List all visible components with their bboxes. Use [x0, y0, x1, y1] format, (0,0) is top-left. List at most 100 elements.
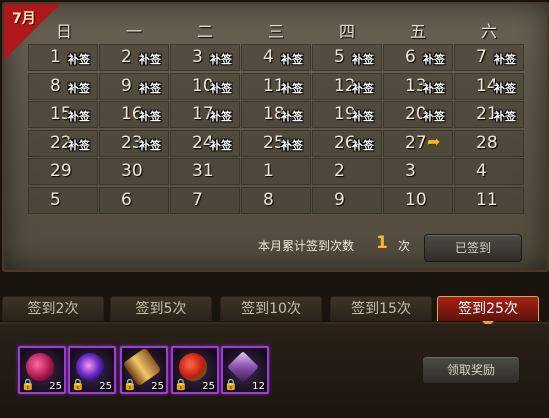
day-number: 7 [192, 189, 203, 210]
calendar-day-cell: 6 [99, 186, 169, 214]
calendar-day-cell[interactable]: 22 补签 [28, 129, 98, 157]
makeup-signin-button[interactable]: 补签 [68, 137, 90, 153]
calendar-day-cell[interactable]: 6 补签 [383, 44, 453, 71]
day-number: 9 [121, 75, 132, 96]
tab-sign-10[interactable]: 签到10次 [220, 296, 322, 321]
month-label: 7月 [12, 11, 36, 27]
lock-icon: 🔒 [174, 378, 188, 391]
reward-item-3[interactable]: 🔒 25 [120, 346, 168, 394]
tab-sign-2[interactable]: 签到2次 [2, 296, 104, 321]
makeup-signin-button[interactable]: 补签 [210, 108, 232, 124]
makeup-signin-button[interactable]: 补签 [139, 108, 161, 124]
makeup-signin-button[interactable]: 补签 [281, 108, 303, 124]
day-number: 5 [334, 47, 345, 67]
lock-icon: 🔒 [21, 378, 35, 391]
reward-item-1[interactable]: 🔒 25 [18, 346, 66, 394]
calendar-grid: 1 补签 2 补签 3 补签 4 补签 5 补签 6 补签 7 补签 8 补签 9 补签 10 补签 11 补签 12 补签 1… [28, 44, 524, 214]
makeup-signin-button[interactable]: 补签 [423, 80, 445, 96]
calendar-day-cell[interactable]: 14 补签 [454, 72, 524, 100]
calendar-day-cell: 5 [28, 186, 98, 214]
makeup-signin-button[interactable]: 补签 [423, 51, 445, 67]
calendar-day-cell: 30 [99, 158, 169, 185]
day-number: 9 [334, 189, 345, 210]
red-fruit-icon [179, 353, 207, 381]
lock-icon: 🔒 [123, 378, 137, 391]
weekday-fri: 五 [409, 22, 426, 41]
reward-item-2[interactable]: 🔒 25 [68, 346, 116, 394]
calendar-day-cell[interactable]: 12 补签 [312, 72, 382, 100]
calendar-day-cell[interactable]: 25 补签 [241, 129, 311, 157]
calendar-day-cell[interactable]: 15 补签 [28, 101, 98, 128]
makeup-signin-button[interactable]: 补签 [139, 80, 161, 96]
makeup-signin-button[interactable]: 补签 [494, 51, 516, 67]
day-number: 30 [121, 161, 143, 181]
calendar-day-cell[interactable]: 21 补签 [454, 101, 524, 128]
makeup-signin-button[interactable]: 补签 [210, 51, 232, 67]
calendar-day-cell: 4 [454, 158, 524, 185]
calendar-day-cell[interactable]: 19 补签 [312, 101, 382, 128]
makeup-signin-button[interactable]: 补签 [68, 80, 90, 96]
reward-count: 25 [202, 381, 215, 392]
calendar-day-cell[interactable]: 13 补签 [383, 72, 453, 100]
calendar-day-cell[interactable]: 17 补签 [170, 101, 240, 128]
makeup-signin-button[interactable]: 补签 [281, 51, 303, 67]
calendar-day-cell[interactable]: 24 补签 [170, 129, 240, 157]
makeup-signin-button[interactable]: 补签 [68, 108, 90, 124]
reward-count: 25 [99, 381, 112, 392]
calendar-day-cell[interactable]: 5 补签 [312, 44, 382, 71]
makeup-signin-button[interactable]: 补签 [352, 80, 374, 96]
weekday-wed: 三 [267, 22, 284, 41]
makeup-signin-button[interactable]: 补签 [210, 80, 232, 96]
tab-sign-5[interactable]: 签到5次 [110, 296, 212, 321]
signed-in-button[interactable]: 已签到 [424, 234, 522, 262]
day-number: 4 [476, 161, 487, 181]
calendar-day-cell[interactable]: 16 补签 [99, 101, 169, 128]
calendar-day-cell[interactable]: 8 补签 [28, 72, 98, 100]
reward-item-5[interactable]: 🔒 12 [221, 346, 269, 394]
makeup-signin-button[interactable]: 补签 [281, 137, 303, 153]
calendar-day-cell[interactable]: 26 补签 [312, 129, 382, 157]
calendar-day-cell[interactable]: 23 补签 [99, 129, 169, 157]
claim-reward-button[interactable]: 领取奖励 [422, 356, 520, 384]
reward-count: 25 [151, 381, 164, 392]
calendar-day-cell: 28 [454, 129, 524, 157]
calendar-day-cell[interactable]: 9 补签 [99, 72, 169, 100]
day-number: 8 [263, 189, 274, 210]
day-number: 27 [405, 132, 427, 153]
calendar-day-cell[interactable]: 18 补签 [241, 101, 311, 128]
makeup-signin-button[interactable]: 补签 [494, 108, 516, 124]
tab-sign-15[interactable]: 签到15次 [330, 296, 432, 321]
makeup-signin-button[interactable]: 补签 [423, 108, 445, 124]
makeup-signin-button[interactable]: 补签 [352, 51, 374, 67]
calendar-day-cell[interactable]: 7 补签 [454, 44, 524, 71]
makeup-signin-button[interactable]: 补签 [139, 51, 161, 67]
makeup-signin-button[interactable]: 补签 [352, 137, 374, 153]
day-number: 3 [405, 161, 416, 181]
day-number: 11 [476, 189, 498, 210]
calendar-day-cell[interactable]: 3 补签 [170, 44, 240, 71]
makeup-signin-button[interactable]: 补签 [139, 137, 161, 153]
calendar-day-cell[interactable]: 10 补签 [170, 72, 240, 100]
calendar-day-cell[interactable]: 20 补签 [383, 101, 453, 128]
calendar-day-cell: 27 ➦ [383, 129, 453, 157]
makeup-signin-button[interactable]: 补签 [281, 80, 303, 96]
day-number: 8 [50, 75, 61, 96]
calendar-day-cell: 3 [383, 158, 453, 185]
calendar-day-cell[interactable]: 1 补签 [28, 44, 98, 71]
today-arrow-icon: ➦ [427, 131, 441, 151]
calendar-day-cell[interactable]: 2 补签 [99, 44, 169, 71]
calendar-day-cell[interactable]: 11 补签 [241, 72, 311, 100]
milestone-tabs: 签到2次 签到5次 签到10次 签到15次 签到25次 [0, 290, 549, 327]
purple-orb-icon [76, 353, 104, 381]
calendar-day-cell[interactable]: 4 补签 [241, 44, 311, 71]
makeup-signin-button[interactable]: 补签 [210, 137, 232, 153]
reward-count: 12 [252, 381, 265, 392]
red-gem-flower-icon [26, 353, 54, 381]
calendar-day-cell: 31 [170, 158, 240, 185]
makeup-signin-button[interactable]: 补签 [494, 80, 516, 96]
reward-item-4[interactable]: 🔒 25 [171, 346, 219, 394]
makeup-signin-button[interactable]: 补签 [352, 108, 374, 124]
tab-sign-25[interactable]: 签到25次 [437, 296, 539, 327]
calendar-day-cell: 10 [383, 186, 453, 214]
makeup-signin-button[interactable]: 补签 [68, 51, 90, 67]
